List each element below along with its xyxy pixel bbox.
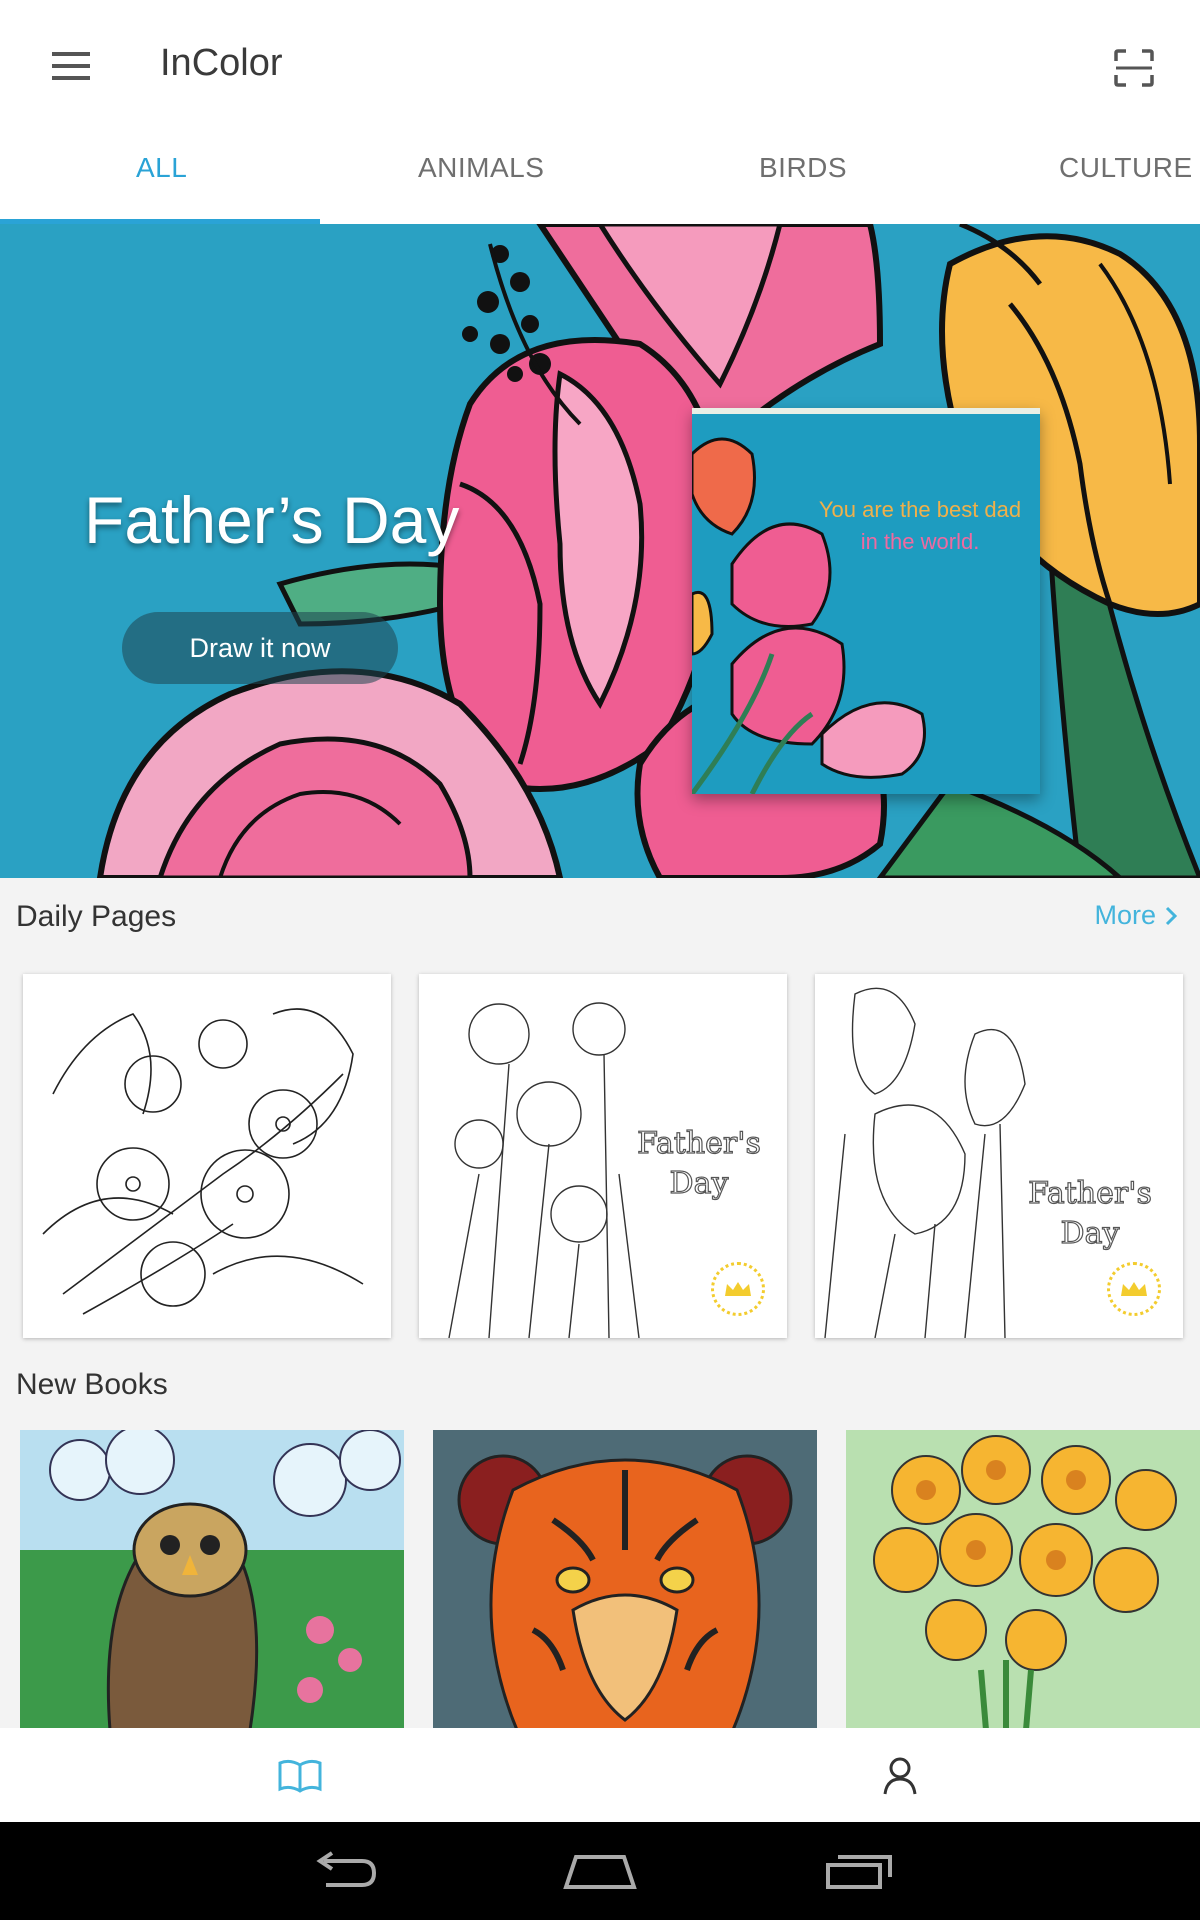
daily-card-irises[interactable]: Father's Day (815, 974, 1183, 1338)
book-daffodils[interactable] (846, 1430, 1200, 1730)
tab-culture[interactable]: CULTURE (1059, 152, 1193, 184)
caption-line2: Day (669, 1165, 729, 1201)
owl-illustration (20, 1430, 404, 1730)
daffodils-illustration (846, 1430, 1200, 1730)
flowers-line-art (42, 1008, 364, 1315)
card-message-line2: in the world. (860, 529, 980, 554)
home-icon (563, 1855, 637, 1889)
featured-banner[interactable]: Father’s Day Draw it now You are the bes… (0, 224, 1200, 878)
new-books-title: New Books (16, 1368, 168, 1401)
book-icon (278, 1759, 322, 1793)
back-button[interactable] (300, 1846, 390, 1896)
nav-library[interactable] (272, 1748, 328, 1804)
fathers-day-card-preview: You are the best dad in the world. (692, 408, 1040, 794)
app-bar: InColor (0, 0, 1200, 128)
book-tiger[interactable] (433, 1430, 817, 1730)
more-label: More (1094, 900, 1156, 930)
daily-card-flowers[interactable] (23, 974, 391, 1338)
chevron-right-icon (1165, 906, 1178, 925)
book-owl[interactable] (20, 1430, 404, 1730)
nav-profile[interactable] (872, 1748, 928, 1804)
premium-badge (711, 1262, 765, 1316)
crown-icon (1121, 1282, 1147, 1296)
app-title: InColor (160, 42, 283, 84)
more-link[interactable]: More (1094, 900, 1178, 931)
caption-line1: Father's (1028, 1175, 1153, 1211)
home-button[interactable] (555, 1846, 645, 1896)
back-icon (316, 1851, 377, 1887)
caption-line2: Day (1060, 1215, 1120, 1251)
scan-icon (1114, 49, 1154, 87)
menu-button[interactable] (40, 34, 104, 98)
card-message-line1: You are the best dad (818, 497, 1022, 522)
tiger-illustration (433, 1430, 817, 1730)
daily-card-caption: Father's Day (619, 1124, 779, 1204)
system-navigation-bar (0, 1822, 1200, 1920)
hamburger-menu-icon (52, 52, 90, 80)
daily-pages-title: Daily Pages (16, 900, 177, 933)
recents-icon (826, 1855, 892, 1889)
hero-title: Father’s Day (84, 483, 460, 557)
tab-birds[interactable]: BIRDS (759, 152, 847, 184)
recents-button[interactable] (814, 1846, 904, 1896)
daily-card-caption: Father's Day (1005, 1174, 1175, 1254)
card-tulips-illustration (692, 437, 926, 794)
premium-badge (1107, 1262, 1161, 1316)
tab-animals[interactable]: ANIMALS (418, 152, 544, 184)
bottom-navigation (0, 1728, 1200, 1822)
app-root: InColor ALL ANIMALS BIRDS CULTURE Father… (0, 0, 1200, 1920)
profile-icon (883, 1757, 917, 1795)
caption-line1: Father's (637, 1125, 762, 1161)
tab-all[interactable]: ALL (136, 152, 187, 184)
daily-card-daffodils[interactable]: Father's Day (419, 974, 787, 1338)
scan-button[interactable] (1096, 30, 1172, 106)
crown-icon (725, 1282, 751, 1296)
card-message: You are the best dad in the world. (802, 494, 1038, 558)
draw-it-now-button[interactable]: Draw it now (122, 612, 398, 684)
category-tabs: ALL ANIMALS BIRDS CULTURE (0, 128, 1200, 224)
